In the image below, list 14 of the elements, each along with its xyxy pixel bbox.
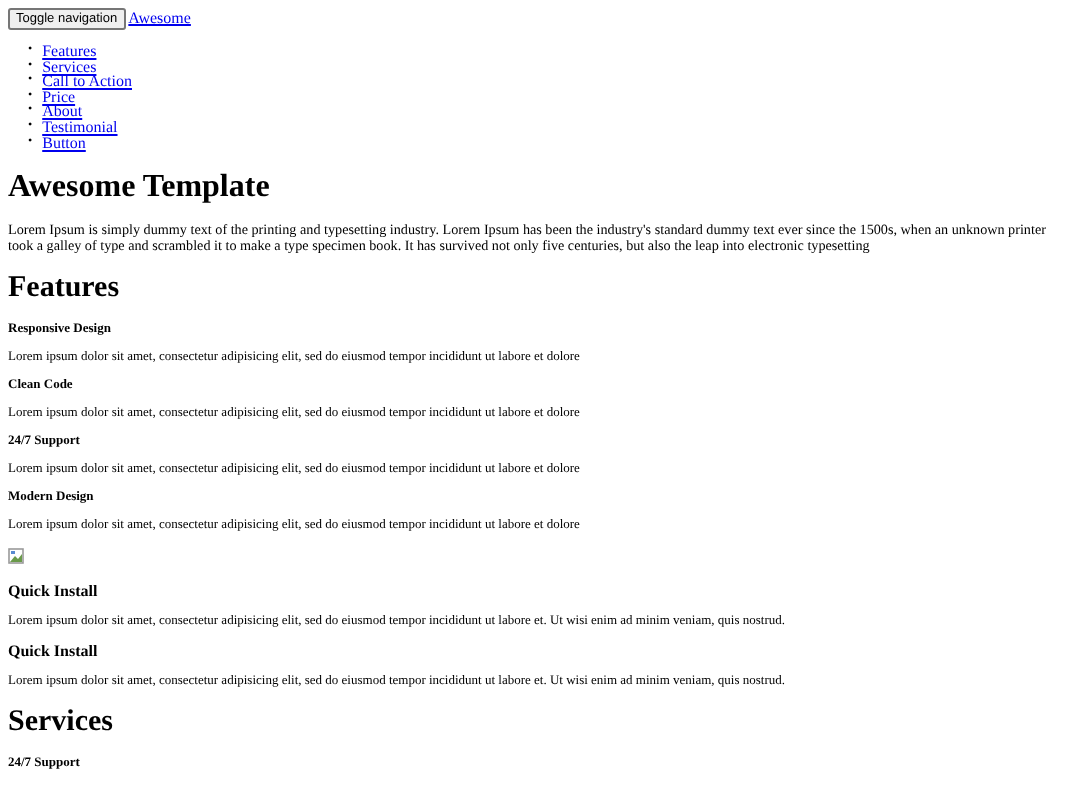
nav-link[interactable]: Services: [42, 59, 97, 75]
section-heading: Features: [8, 272, 122, 307]
nav-link[interactable]: Features: [42, 44, 97, 60]
install-heading: Quick Install: [8, 582, 100, 601]
brand-link[interactable]: Awesome: [128, 8, 191, 27]
nav-link[interactable]: Call to Action: [42, 74, 132, 90]
install-heading: Quick Install: [8, 642, 100, 661]
nav-link[interactable]: About: [42, 104, 83, 120]
nav-link[interactable]: Testimonial: [42, 119, 118, 136]
page-title: Awesome Template: [8, 170, 272, 207]
nav-link[interactable]: Button: [42, 135, 86, 151]
section-heading: Services: [8, 706, 115, 741]
broken-image-icon: [8, 548, 24, 565]
nav-link[interactable]: Price: [42, 89, 76, 105]
